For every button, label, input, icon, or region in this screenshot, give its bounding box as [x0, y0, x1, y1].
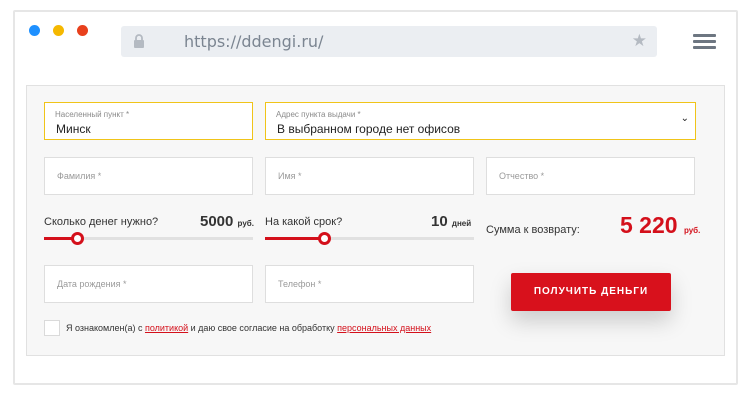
patronymic-placeholder: Отчество * — [499, 171, 545, 181]
birthdate-field[interactable]: Дата рождения * — [44, 265, 253, 303]
term-slider-handle[interactable] — [317, 232, 331, 245]
address-bar[interactable]: https://ddengi.ru/ ★ — [121, 26, 657, 57]
window-dot-yellow[interactable] — [53, 25, 64, 36]
city-field[interactable]: Населенный пункт * Минск — [44, 102, 253, 140]
name-placeholder: Имя * — [278, 171, 302, 181]
bookmark-star-icon[interactable]: ★ — [632, 32, 647, 50]
url-text: https://ddengi.ru/ — [184, 32, 324, 51]
consent-checkbox[interactable] — [44, 320, 60, 336]
office-caption: Адрес пункта выдачи * — [276, 110, 361, 119]
term-unit: дней — [451, 219, 472, 228]
get-money-button[interactable]: ПОЛУЧИТЬ ДЕНЬГИ — [511, 273, 671, 311]
name-field[interactable]: Имя * — [265, 157, 474, 195]
city-value: Минск — [56, 122, 91, 136]
amount-value: 5000 — [200, 213, 234, 230]
phone-field[interactable]: Телефон * — [265, 265, 474, 303]
lock-icon — [134, 34, 144, 48]
total-label: Сумма к возврату: — [486, 224, 580, 236]
consent-text-before: Я ознакомлен(а) с — [66, 323, 145, 333]
term-slider-track[interactable] — [265, 232, 474, 245]
office-value: В выбранном городе нет офисов — [277, 122, 461, 136]
total-unit: руб. — [683, 226, 701, 235]
total-display: 5 220 руб. — [620, 212, 700, 239]
patronymic-field[interactable]: Отчество * — [486, 157, 695, 195]
birthdate-placeholder: Дата рождения * — [57, 279, 127, 289]
surname-placeholder: Фамилия * — [57, 171, 102, 181]
phone-placeholder: Телефон * — [278, 279, 322, 289]
chevron-down-icon: ⌄ — [680, 113, 689, 124]
term-label: На какой срок? — [265, 216, 343, 228]
office-select[interactable]: Адрес пункта выдачи * В выбранном городе… — [265, 102, 696, 140]
consent-text: Я ознакомлен(а) с политикой и даю свое с… — [66, 323, 431, 333]
term-display: 10 дней — [431, 213, 471, 230]
personal-data-link[interactable]: персональных данных — [337, 323, 431, 333]
amount-slider-track[interactable] — [44, 232, 253, 245]
policy-link[interactable]: политикой — [145, 323, 188, 333]
amount-unit: руб. — [237, 219, 254, 228]
term-slider-fill — [265, 237, 324, 240]
term-value: 10 — [431, 213, 448, 230]
surname-field[interactable]: Фамилия * — [44, 157, 253, 195]
window-dot-red[interactable] — [77, 25, 88, 36]
city-caption: Населенный пункт * — [55, 110, 130, 119]
window-dot-blue[interactable] — [29, 25, 40, 36]
total-value: 5 220 — [620, 212, 678, 238]
consent-text-middle: и даю свое согласие на обработку — [188, 323, 338, 333]
amount-display: 5000 руб. — [200, 213, 254, 230]
amount-label: Сколько денег нужно? — [44, 216, 159, 228]
hamburger-menu-icon[interactable] — [693, 34, 716, 50]
